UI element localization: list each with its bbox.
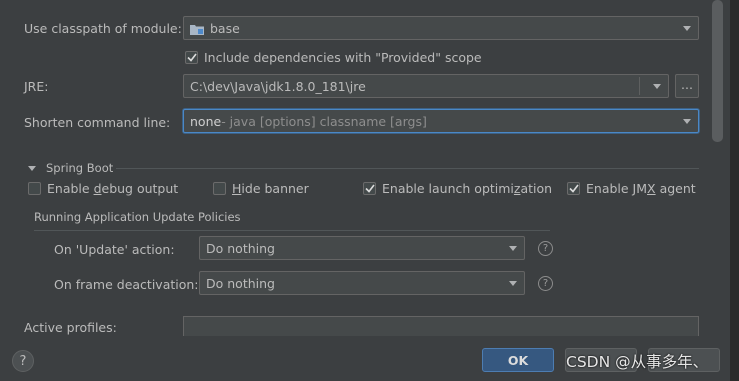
- hide-banner-option[interactable]: Hide banner: [213, 181, 309, 196]
- scrollbar-thumb[interactable]: [712, 0, 723, 142]
- shorten-value-main: none: [190, 113, 222, 129]
- collapse-triangle-icon: [28, 165, 36, 171]
- ok-button[interactable]: OK: [482, 348, 554, 372]
- hide-banner-checkbox[interactable]: [213, 182, 226, 195]
- chevron-down-icon: [509, 246, 517, 251]
- shorten-select[interactable]: none - java [options] classname [args]: [183, 109, 699, 133]
- help-icon[interactable]: ?: [538, 276, 553, 291]
- update-action-select[interactable]: Do nothing: [199, 236, 525, 260]
- frame-deactivation-select[interactable]: Do nothing: [199, 271, 525, 295]
- help-button[interactable]: ?: [12, 350, 34, 372]
- include-deps-checkbox[interactable]: [185, 51, 198, 64]
- jmx-agent-label: Enable JMX agent: [586, 181, 696, 196]
- jre-select[interactable]: C:\dev\Java\jdk1.8.0_181\jre: [183, 74, 669, 98]
- jre-value: C:\dev\Java\jdk1.8.0_181\jre: [190, 78, 366, 94]
- chevron-down-icon: [509, 281, 517, 286]
- active-profiles-input[interactable]: [183, 316, 699, 336]
- debug-output-label: Enable debug output: [47, 181, 179, 196]
- policies-divider: [34, 230, 550, 231]
- debug-output-checkbox[interactable]: [28, 182, 41, 195]
- jmx-agent-checkbox[interactable]: [567, 182, 580, 195]
- include-deps-checkbox-row[interactable]: Include dependencies with "Provided" sco…: [185, 50, 482, 65]
- folder-icon: [190, 23, 204, 35]
- browse-label: ...: [681, 76, 693, 92]
- spring-boot-toggle[interactable]: Spring Boot: [28, 161, 113, 175]
- jre-label: JRE:: [24, 79, 49, 94]
- chevron-down-icon: [683, 119, 691, 124]
- launch-optimization-label: Enable launch optimization: [382, 181, 553, 196]
- window-edge: [730, 0, 739, 381]
- update-action-value: Do nothing: [206, 240, 275, 256]
- update-action-label: On 'Update' action:: [54, 242, 175, 257]
- watermark-text: CSDN @从事多年、: [566, 353, 709, 371]
- combo-separator: [639, 77, 640, 95]
- debug-output-option[interactable]: Enable debug output: [28, 181, 178, 196]
- chevron-down-icon: [683, 26, 691, 31]
- shorten-value-detail: - java [options] classname [args]: [221, 113, 427, 129]
- spring-boot-title: Spring Boot: [46, 161, 114, 175]
- module-select[interactable]: base: [183, 16, 699, 40]
- section-divider: [116, 168, 699, 169]
- module-label: Use classpath of module:: [24, 21, 182, 36]
- jmx-agent-option[interactable]: Enable JMX agent: [567, 181, 696, 196]
- policies-title: Running Application Update Policies: [34, 210, 241, 224]
- chevron-down-icon: [653, 84, 661, 89]
- module-value: base: [210, 20, 240, 36]
- frame-deactivation-value: Do nothing: [206, 275, 275, 291]
- launch-optimization-option[interactable]: Enable launch optimization: [363, 181, 552, 196]
- frame-deactivation-label: On frame deactivation:: [54, 277, 199, 292]
- active-profiles-label: Active profiles:: [24, 320, 117, 335]
- hide-banner-label: Hide banner: [232, 181, 309, 196]
- include-deps-label: Include dependencies with "Provided" sco…: [204, 50, 482, 65]
- jre-browse-button[interactable]: ...: [675, 74, 699, 98]
- launch-optimization-checkbox[interactable]: [363, 182, 376, 195]
- help-icon[interactable]: ?: [538, 241, 553, 256]
- shorten-label: Shorten command line:: [24, 115, 171, 130]
